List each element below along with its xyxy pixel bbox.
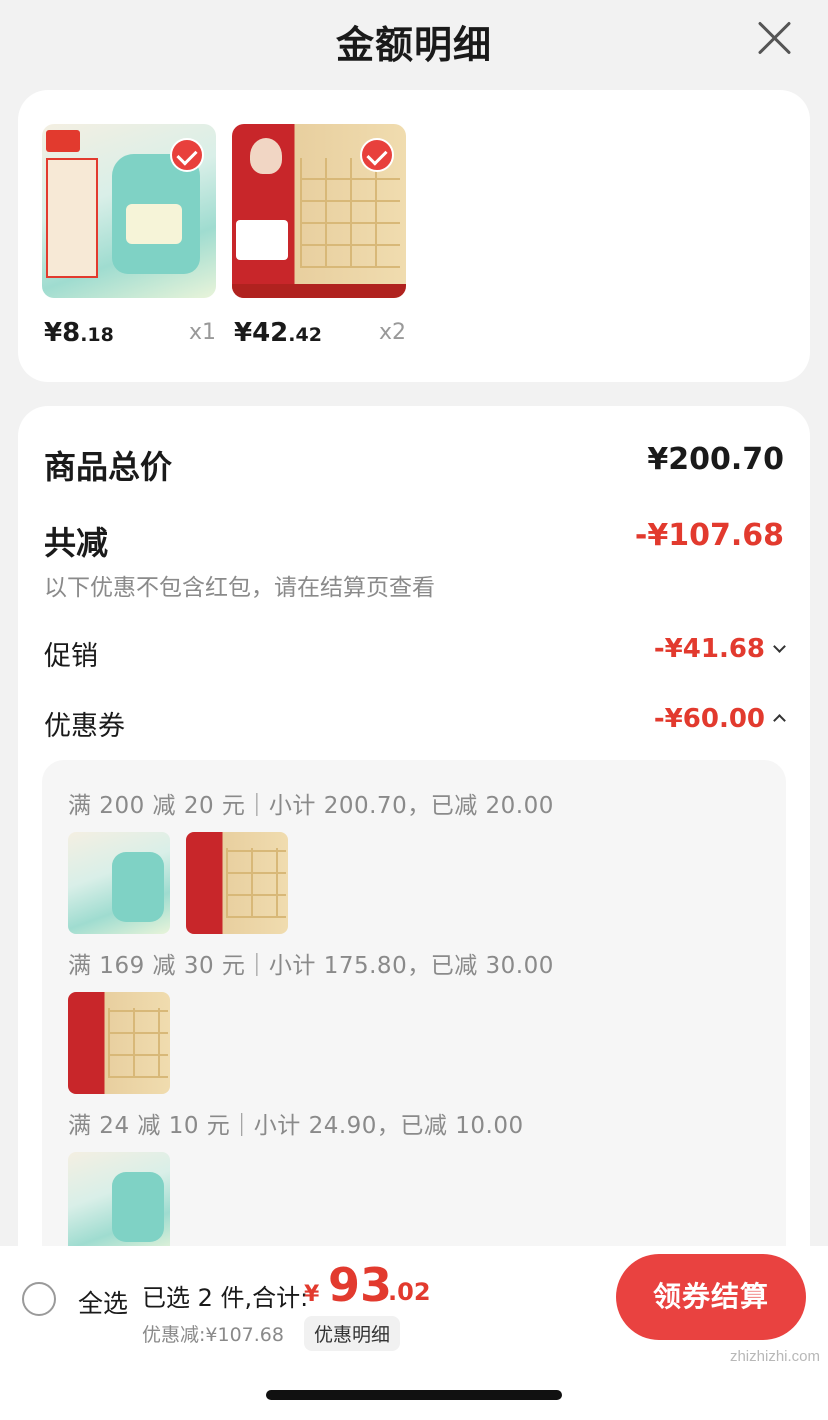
product-item-tissue[interactable]: ¥42.42 x2 (232, 124, 406, 354)
bottle-image (112, 852, 164, 922)
select-all-radio[interactable] (22, 1282, 56, 1316)
select-all-label[interactable]: 全选 (78, 1284, 128, 1320)
coupon-product-thumb-detergent[interactable] (68, 832, 170, 934)
watermark: zhizhizhi.com (729, 1348, 820, 1365)
reduce-note: 以下优惠不包含红包，请在结算页查看 (44, 575, 435, 601)
total-amount-dec: .02 (388, 1278, 431, 1306)
total-amount-int: 93 (328, 1258, 393, 1312)
checkout-button[interactable]: 领券结算 (616, 1254, 806, 1340)
product-qty: x2 (378, 320, 406, 345)
checkout-bar: 全选 已选 2 件,合计: ¥ 93 .02 优惠减:¥107.68 优惠明细 … (0, 1246, 828, 1420)
product-qty: x1 (188, 320, 216, 345)
header: 金额明细 (0, 0, 828, 86)
total-price-label: 商品总价 (44, 448, 173, 486)
total-reduce-value: -¥107.68 (634, 518, 784, 553)
promo-row[interactable]: 促销 -¥41.68 (44, 634, 786, 674)
tissue-boxes-image (300, 158, 400, 268)
coupon-rule-2: 满 169 减 30 元｜小计 175.80，已减 30.00 (68, 953, 554, 979)
tissue-boxes-image (108, 1008, 168, 1078)
page-title: 金额明细 (335, 23, 492, 67)
check-icon[interactable] (170, 138, 204, 172)
product-image-detergent[interactable] (42, 124, 216, 298)
chevron-down-icon[interactable] (773, 640, 786, 653)
product-card: ¥8.18 x1 ¥42.42 x2 (18, 90, 810, 382)
coupon-product-thumb-detergent[interactable] (68, 1152, 170, 1254)
coupon-product-thumb-tissue[interactable] (186, 832, 288, 934)
coupon-detail-box: 满 200 减 20 元｜小计 200.70，已减 20.00 满 169 减 … (42, 760, 786, 1320)
product-image-tissue[interactable] (232, 124, 406, 298)
promo-label: 促销 (44, 641, 98, 672)
coupon-product-thumb-tissue[interactable] (68, 992, 170, 1094)
selected-count-text: 已选 2 件,合计: (142, 1284, 309, 1312)
spokesperson-image (250, 138, 282, 174)
promo-value[interactable]: -¥41.68 (654, 634, 786, 664)
bottle-label (126, 204, 182, 244)
coupon-label: 优惠券 (44, 711, 125, 742)
total-price-value: ¥200.70 (647, 442, 784, 477)
product-price: ¥8.18 (44, 318, 114, 348)
total-reduce-row: 共减 -¥107.68 (44, 518, 784, 562)
total-price-row: 商品总价 ¥200.70 (44, 442, 784, 486)
coupon-value[interactable]: -¥60.00 (654, 704, 786, 734)
tissue-boxes-image (226, 848, 286, 918)
coupon-rule-3: 满 24 减 10 元｜小计 24.90，已减 10.00 (68, 1113, 524, 1139)
product-item-detergent[interactable]: ¥8.18 x1 (42, 124, 216, 354)
discount-badge (236, 220, 288, 260)
product-price: ¥42.42 (234, 318, 322, 348)
discount-detail-button[interactable]: 优惠明细 (304, 1316, 401, 1351)
check-icon[interactable] (360, 138, 394, 172)
coupon-rule-1: 满 200 减 20 元｜小计 200.70，已减 20.00 (68, 793, 554, 819)
chevron-up-icon[interactable] (773, 714, 786, 727)
brand-logo (46, 130, 80, 152)
amount-summary-card: 商品总价 ¥200.70 共减 -¥107.68 以下优惠不包含红包，请在结算页… (18, 406, 810, 1320)
home-indicator (266, 1390, 562, 1400)
promo-strip (232, 284, 406, 298)
coupon-row[interactable]: 优惠券 -¥60.00 (44, 704, 786, 744)
close-icon[interactable] (754, 18, 794, 58)
discount-summary: 优惠减:¥107.68 (142, 1324, 284, 1346)
price-row: ¥42.42 x2 (232, 318, 406, 354)
total-reduce-label: 共减 (44, 524, 109, 562)
promo-panel (46, 158, 98, 278)
bottle-image (112, 1172, 164, 1242)
total-currency: ¥ (304, 1282, 320, 1307)
price-row: ¥8.18 x1 (42, 318, 216, 354)
